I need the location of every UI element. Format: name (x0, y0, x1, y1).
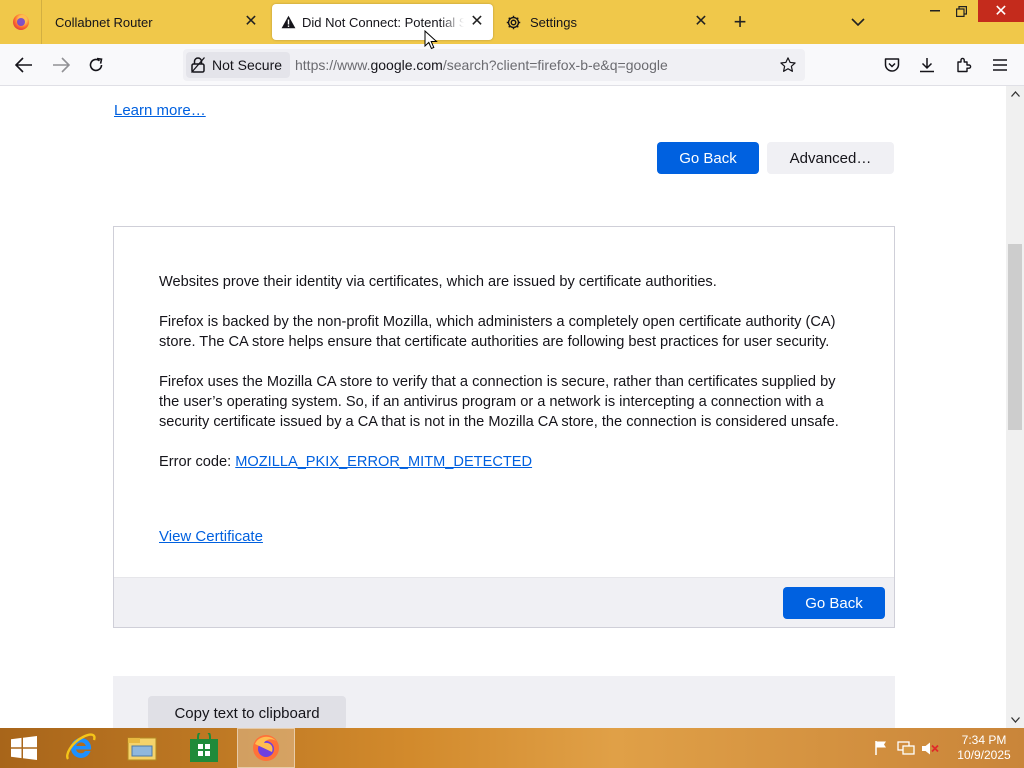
tab-settings[interactable]: Settings ✕ (496, 0, 722, 44)
insecure-lock-icon (190, 57, 206, 73)
close-tab-icon[interactable]: ✕ (243, 14, 259, 30)
go-back-button[interactable]: Go Back (657, 142, 759, 174)
bookmark-star-icon[interactable] (779, 56, 797, 74)
learn-more-link[interactable]: Learn more… (114, 102, 206, 119)
file-explorer-icon[interactable] (113, 728, 171, 768)
downloads-icon[interactable] (917, 55, 937, 75)
volume-muted-icon[interactable] (921, 740, 939, 756)
firefox-icon (12, 14, 29, 30)
scroll-up-arrow-icon[interactable] (1009, 88, 1021, 100)
advanced-panel: Websites prove their identity via certif… (113, 226, 895, 628)
url-host: google.com (370, 57, 443, 73)
extensions-icon[interactable] (954, 55, 974, 75)
arrow-right-icon (53, 57, 70, 73)
windows-taskbar: 7:34 PM 10/9/2025 (0, 728, 1024, 768)
navigation-toolbar: Not Secure https://www.google.com/search… (0, 44, 1024, 86)
internet-explorer-icon[interactable] (52, 728, 110, 768)
system-clock[interactable]: 7:34 PM 10/9/2025 (950, 733, 1018, 763)
tab-collabnet-router[interactable]: Collabnet Router ✕ (43, 0, 270, 44)
new-tab-button[interactable]: + (729, 11, 751, 34)
scroll-down-arrow-icon[interactable] (1009, 714, 1021, 726)
security-label: Not Secure (212, 57, 283, 73)
view-certificate-link[interactable]: View Certificate (159, 528, 263, 545)
chevron-down-icon (851, 18, 865, 26)
close-tab-icon[interactable]: ✕ (693, 14, 709, 30)
hamburger-menu-icon[interactable] (990, 55, 1010, 75)
firefox-taskbar-icon[interactable] (237, 728, 295, 768)
arrow-left-icon (15, 57, 32, 73)
reload-button[interactable] (83, 53, 109, 77)
gear-icon (504, 13, 522, 31)
url-suffix: /search?client=firefox-b-e&q=google (442, 57, 668, 73)
list-all-tabs-button[interactable] (848, 12, 868, 32)
url-prefix: https://www. (295, 57, 371, 73)
forward-button[interactable] (48, 53, 74, 77)
tab-label: Collabnet Router (55, 14, 153, 30)
clock-time: 7:34 PM (961, 733, 1007, 747)
url-text[interactable]: https://www.google.com/search?client=fir… (295, 57, 668, 73)
network-icon[interactable] (897, 740, 915, 756)
start-button[interactable] (8, 734, 40, 762)
back-button[interactable] (11, 53, 37, 77)
clock-date: 10/9/2025 (957, 748, 1011, 762)
address-bar[interactable]: Not Secure https://www.google.com/search… (183, 49, 805, 81)
paragraph-certificates: Websites prove their identity via certif… (159, 274, 717, 290)
site-security-indicator[interactable]: Not Secure (186, 52, 291, 78)
page-content: Learn more… Go Back Advanced… Websites p… (0, 86, 1006, 728)
paragraph-mozilla-ca: Firefox is backed by the non-profit Mozi… (159, 314, 836, 350)
error-code-line: Error code: MOZILLA_PKIX_ERROR_MITM_DETE… (159, 452, 859, 472)
tab-strip: Collabnet Router ✕ Did Not Connect: Pote… (0, 0, 1024, 44)
copy-text-button[interactable]: Copy text to clipboard (148, 696, 346, 728)
firefox-view-button[interactable] (0, 0, 42, 44)
error-code-label: Error code: (159, 454, 236, 470)
tab-label: Did Not Connect: Potential Security Issu… (302, 14, 464, 30)
reload-icon (89, 57, 103, 72)
scrollbar-thumb[interactable] (1008, 244, 1022, 430)
close-window-button[interactable]: ✕ (978, 0, 1024, 22)
tab-did-not-connect[interactable]: Did Not Connect: Potential Security Issu… (272, 4, 493, 40)
pocket-icon[interactable] (882, 55, 902, 75)
advanced-button[interactable]: Advanced… (767, 142, 894, 174)
technical-details-panel: Copy text to clipboard (113, 676, 895, 728)
error-code-link[interactable]: MOZILLA_PKIX_ERROR_MITM_DETECTED (235, 454, 532, 470)
advanced-panel-text: Websites prove their identity via certif… (159, 272, 859, 492)
close-tab-icon[interactable]: ✕ (469, 14, 485, 30)
vertical-scrollbar[interactable] (1006, 86, 1024, 728)
go-back-bottom-button[interactable]: Go Back (783, 587, 885, 619)
warning-icon (280, 14, 296, 30)
advanced-panel-footer: Go Back (114, 577, 894, 627)
store-icon[interactable] (175, 728, 233, 768)
mouse-cursor-icon (424, 30, 438, 50)
action-center-flag-icon[interactable] (872, 740, 890, 756)
restore-button[interactable] (946, 0, 976, 22)
paragraph-ca-store: Firefox uses the Mozilla CA store to ver… (159, 374, 839, 430)
tab-label: Settings (530, 14, 577, 30)
windows-logo-icon (11, 736, 37, 760)
